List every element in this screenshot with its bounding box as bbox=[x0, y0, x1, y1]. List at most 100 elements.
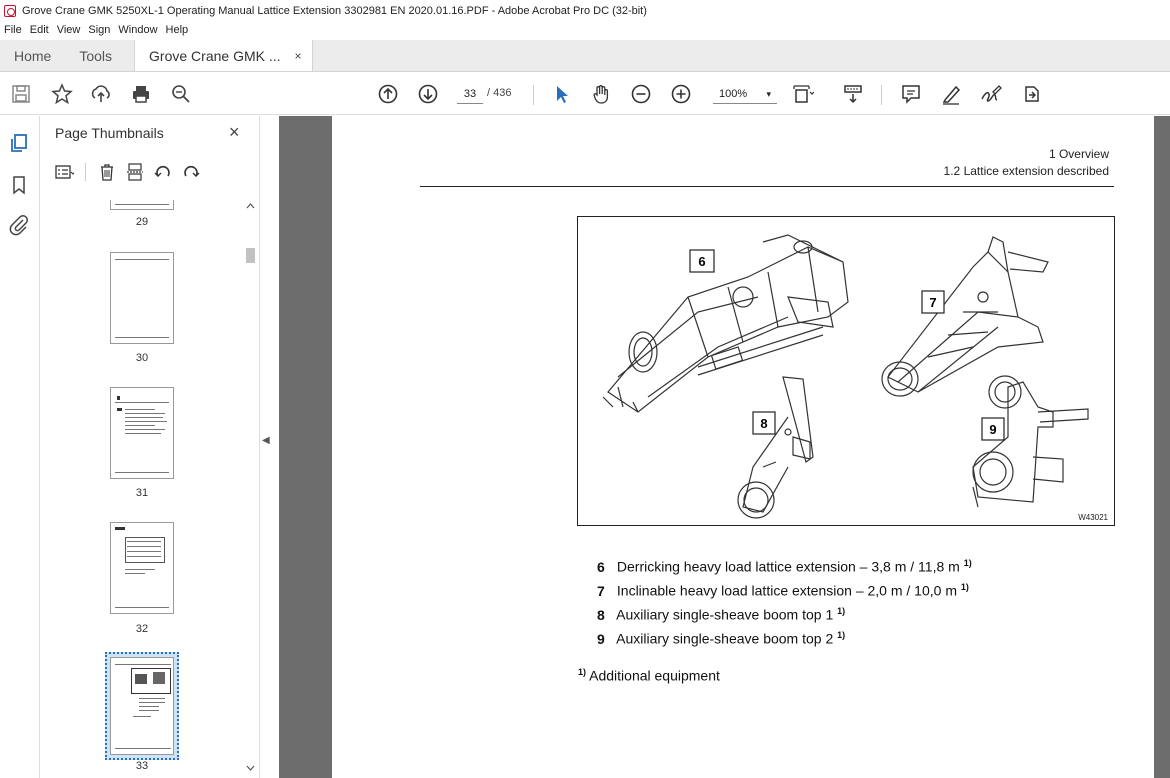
zoom-level-value: 100% bbox=[719, 88, 748, 100]
tab-document-label: Grove Crane GMK ... bbox=[149, 47, 281, 64]
window-title: Grove Crane GMK 5250XL-1 Operating Manua… bbox=[22, 4, 647, 17]
boom-top-9-drawing bbox=[972, 375, 1089, 508]
page-header-chapter: 1 Overview bbox=[1048, 147, 1109, 161]
figure-illustration: 6 7 8 9 bbox=[602, 234, 1089, 519]
header-rule bbox=[420, 186, 1114, 187]
footnote-mark: 1) bbox=[578, 667, 587, 677]
callout-label-6: 6 bbox=[698, 254, 705, 269]
footnote-text: Additional equipment bbox=[589, 667, 720, 684]
callout-6: 6 bbox=[689, 249, 715, 273]
page-thumbnail[interactable] bbox=[110, 252, 174, 344]
rotate-left-icon[interactable] bbox=[152, 161, 174, 183]
tab-bar: Home Tools Grove Crane GMK ... × bbox=[0, 40, 1170, 72]
thumbnails-panel: Page Thumbnails × 29 30 31 32 33 bbox=[41, 116, 260, 778]
legend-number: 6 bbox=[597, 558, 605, 575]
next-page-icon[interactable] bbox=[415, 81, 441, 107]
menu-file[interactable]: File bbox=[4, 24, 22, 36]
page-thumbnail-selected[interactable] bbox=[110, 657, 174, 755]
select-arrow-icon[interactable] bbox=[548, 81, 574, 107]
callout-9: 9 bbox=[981, 417, 1005, 441]
zoom-level-select[interactable]: 100% ▾ bbox=[713, 84, 777, 104]
legend-number: 9 bbox=[597, 630, 605, 647]
share-icon[interactable] bbox=[1018, 81, 1044, 107]
callout-7: 7 bbox=[921, 290, 945, 314]
thumbnail-label: 33 bbox=[135, 760, 149, 772]
legend-item: 8 Auxiliary single-sheave boom top 1 1) bbox=[597, 602, 972, 626]
toolbar-divider bbox=[881, 85, 882, 105]
bookmark-icon[interactable] bbox=[8, 174, 30, 196]
thumbnail-label: 30 bbox=[135, 352, 149, 364]
footnote-ref: 1) bbox=[837, 630, 846, 640]
toolbar-divider bbox=[85, 163, 86, 181]
zoom-in-icon[interactable] bbox=[668, 81, 694, 107]
save-icon[interactable] bbox=[8, 81, 34, 107]
thumbnail-label: 32 bbox=[135, 623, 149, 635]
menu-edit[interactable]: Edit bbox=[30, 24, 49, 36]
page-thumbnail[interactable] bbox=[110, 200, 174, 210]
scrollbar-thumb[interactable] bbox=[246, 248, 255, 263]
panel-title: Page Thumbnails bbox=[55, 125, 164, 141]
zoom-out-icon[interactable] bbox=[628, 81, 654, 107]
scroll-mode-icon[interactable] bbox=[840, 81, 866, 107]
acrobat-logo-icon bbox=[4, 4, 16, 17]
menu-window[interactable]: Window bbox=[118, 24, 157, 36]
legend-list: 6 Derricking heavy load lattice extensio… bbox=[597, 554, 972, 650]
delete-page-icon[interactable] bbox=[96, 161, 118, 183]
footnote-ref: 1) bbox=[837, 606, 846, 616]
panel-close-icon[interactable]: × bbox=[229, 122, 240, 143]
collapse-panel-icon[interactable]: ◀ bbox=[262, 435, 270, 446]
thumbnail-label: 29 bbox=[135, 216, 149, 228]
window-titlebar: Grove Crane GMK 5250XL-1 Operating Manua… bbox=[0, 0, 1170, 21]
callout-label-7: 7 bbox=[929, 295, 936, 310]
page-number-input[interactable]: 33 bbox=[457, 84, 483, 104]
rotate-right-icon[interactable] bbox=[180, 161, 202, 183]
footnote-ref: 1) bbox=[960, 582, 969, 592]
document-viewport[interactable]: 1 Overview 1.2 Lattice extension describ… bbox=[279, 116, 1170, 778]
highlight-icon[interactable] bbox=[938, 81, 964, 107]
tab-tools[interactable]: Tools bbox=[65, 40, 126, 71]
legend-item: 6 Derricking heavy load lattice extensio… bbox=[597, 554, 972, 578]
comment-icon[interactable] bbox=[898, 81, 924, 107]
callout-8: 8 bbox=[752, 411, 776, 435]
upload-icon[interactable] bbox=[88, 81, 114, 107]
thumbnail-options-icon[interactable] bbox=[53, 161, 75, 183]
print-icon[interactable] bbox=[128, 81, 154, 107]
tab-home[interactable]: Home bbox=[0, 40, 65, 71]
callout-label-9: 9 bbox=[989, 422, 996, 437]
legend-text: Inclinable heavy load lattice extension … bbox=[616, 582, 957, 599]
page-thumbnail[interactable] bbox=[110, 387, 174, 479]
legend-item: 7 Inclinable heavy load lattice extensio… bbox=[597, 578, 972, 602]
insert-page-icon[interactable] bbox=[124, 161, 146, 183]
tab-document[interactable]: Grove Crane GMK ... × bbox=[134, 40, 313, 71]
footnote-ref: 1) bbox=[963, 558, 972, 568]
thumbnail-toolbar bbox=[53, 160, 202, 184]
footnote: 1) Additional equipment bbox=[578, 667, 720, 684]
menu-help[interactable]: Help bbox=[166, 24, 189, 36]
legend-text: Derricking heavy load lattice extension … bbox=[616, 558, 960, 575]
zoom-search-icon[interactable] bbox=[168, 81, 194, 107]
prev-page-icon[interactable] bbox=[375, 81, 401, 107]
tab-close-icon[interactable]: × bbox=[295, 49, 302, 63]
toolbar-divider bbox=[533, 85, 534, 105]
callout-label-8: 8 bbox=[760, 416, 767, 431]
thumbnail-label: 31 bbox=[135, 487, 149, 499]
document-scrollbar[interactable] bbox=[1155, 116, 1170, 778]
page-thumbnail[interactable] bbox=[110, 522, 174, 614]
menu-sign[interactable]: Sign bbox=[88, 24, 110, 36]
sign-icon[interactable] bbox=[978, 81, 1004, 107]
pdf-page: 1 Overview 1.2 Lattice extension describ… bbox=[332, 116, 1154, 778]
hand-icon[interactable] bbox=[588, 81, 614, 107]
thumbnails-scrollbar[interactable] bbox=[243, 200, 258, 778]
bookmark-star-icon[interactable] bbox=[49, 81, 75, 107]
figure-id: W43021 bbox=[1078, 513, 1108, 522]
attachment-icon[interactable] bbox=[8, 214, 30, 236]
legend-number: 7 bbox=[597, 582, 605, 599]
legend-text: Auxiliary single-sheave boom top 1 bbox=[616, 606, 834, 623]
fit-page-icon[interactable] bbox=[790, 81, 816, 107]
page-thumbnails-icon[interactable] bbox=[8, 132, 30, 154]
page-total: / 436 bbox=[487, 87, 512, 99]
left-rail bbox=[0, 116, 40, 778]
legend-item: 9 Auxiliary single-sheave boom top 2 1) bbox=[597, 626, 972, 650]
lattice-extension-6-drawing bbox=[602, 234, 849, 413]
menu-view[interactable]: View bbox=[57, 24, 81, 36]
